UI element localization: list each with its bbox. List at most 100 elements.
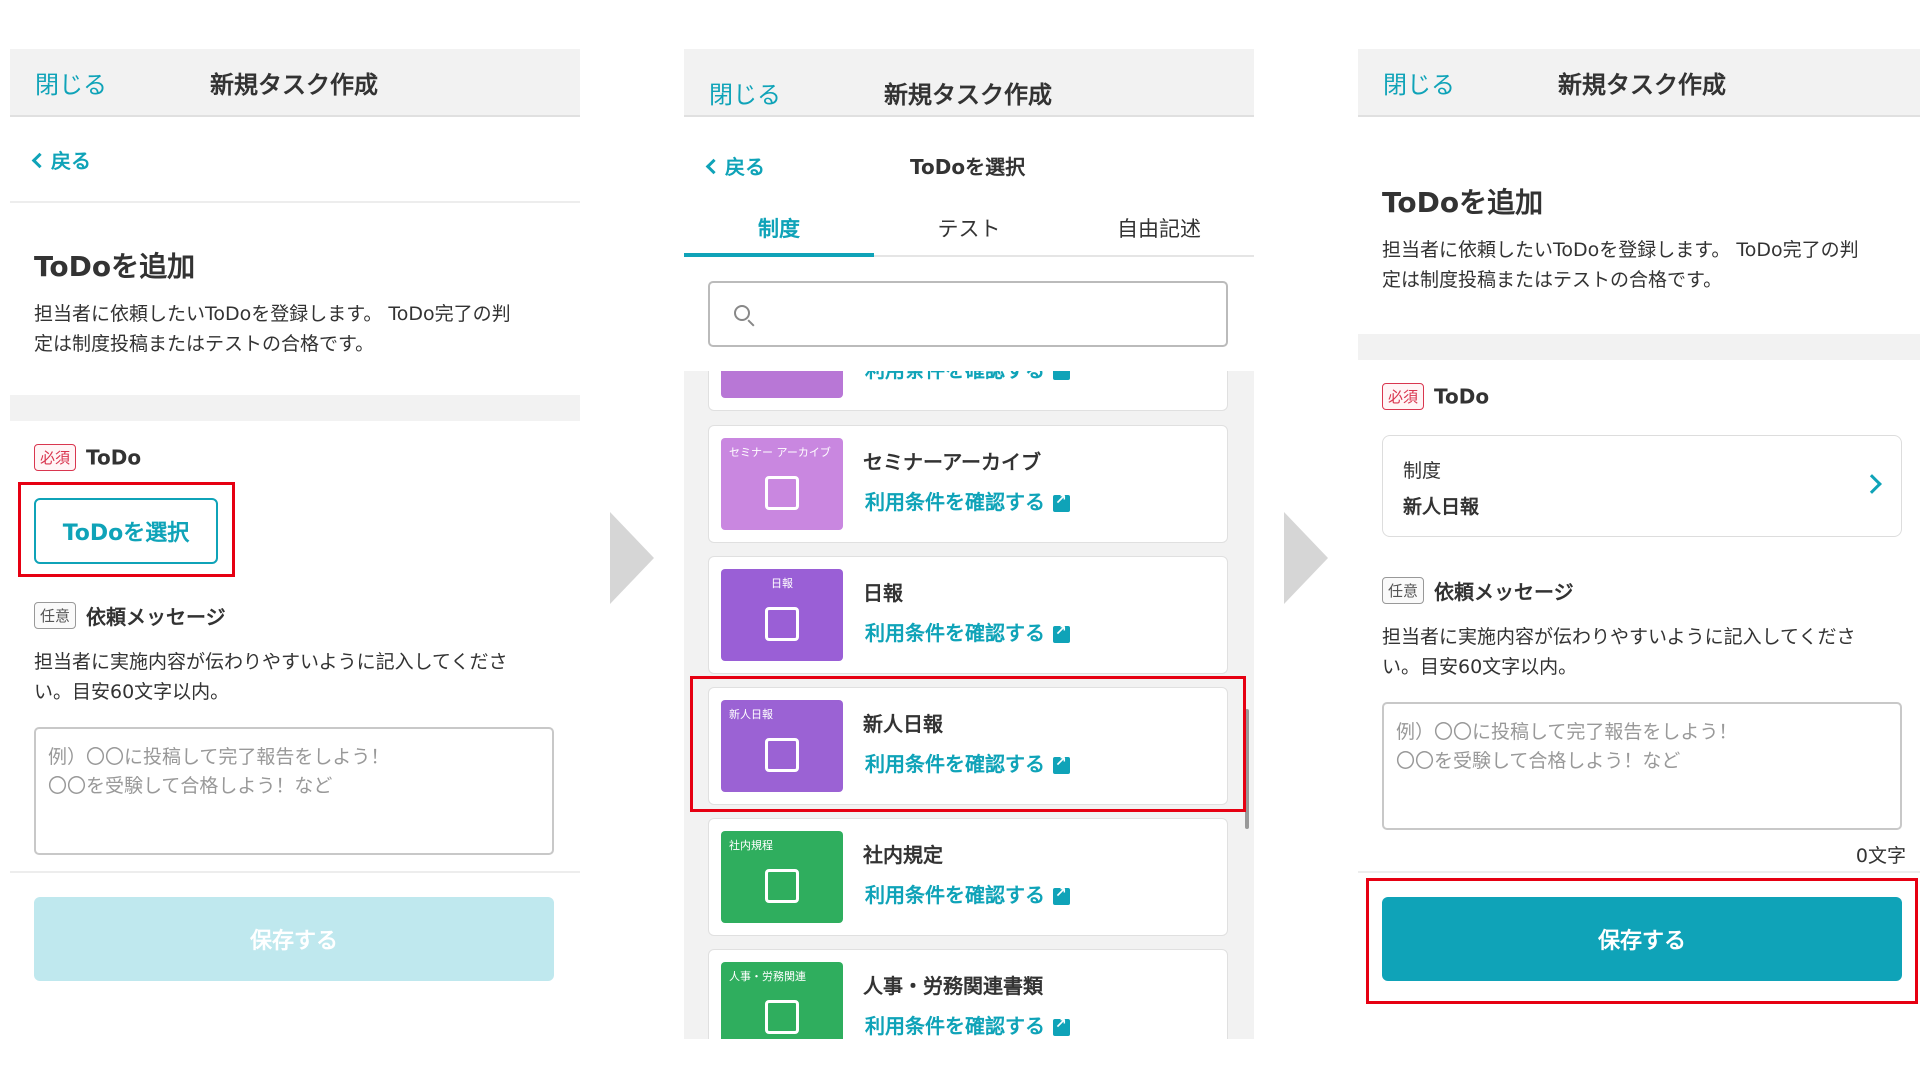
category-tabs: 制度 テスト 自由記述 [684,203,1254,257]
message-help: 担当者に実施内容が伝わりやすいように記入してくださ い。目安60文字以内。 [34,647,507,707]
description-line: 担当者に依頼したいToDoを登録します。 ToDo完了の判 [34,303,511,325]
section-description: 担当者に依頼したいToDoを登録します。 ToDo完了の判 定は制度投稿またはテ… [1382,235,1859,295]
back-button[interactable]: 戻る [705,151,765,180]
list-item[interactable]: 社内規程 社内規定 利用条件を確認する [708,818,1228,936]
highlight-frame [1366,878,1918,1004]
todo-field-label: 必須 ToDo [1382,383,1489,410]
back-row: 戻る [10,117,580,203]
terms-link[interactable]: 利用条件を確認する [865,371,1070,383]
help-line: 担当者に実施内容が伝わりやすいように記入してくださ [34,651,508,673]
placeholder-line: 〇〇を受験して合格しよう！など [1396,750,1681,772]
description-line: 担当者に依頼したいToDoを登録します。 ToDo完了の判 [1382,239,1859,261]
section-description: 担当者に依頼したいToDoを登録します。 ToDo完了の判 定は制度投稿またはテ… [34,299,511,359]
close-button[interactable]: 閉じる [709,75,781,110]
optional-badge: 任意 [1382,577,1425,604]
binders-icon [765,869,799,903]
item-thumbnail: セミナー アーカイブ [721,438,843,530]
tab-seido[interactable]: 制度 [684,213,874,243]
list-item[interactable]: 人事・労務関連 人事・労務関連書類 利用条件を確認する [708,949,1228,1039]
thumbnail-label: セミナー アーカイブ [729,446,831,459]
placeholder-line: 例）〇〇に投稿して完了報告をしよう！ [1396,721,1738,743]
terms-link-label: 利用条件を確認する [865,883,1045,907]
external-link-icon [1053,371,1070,380]
tab-test[interactable]: テスト [874,213,1064,243]
search-input[interactable] [708,281,1228,347]
close-button[interactable]: 閉じる [35,65,107,100]
thumbnail-label: 社内規程 [729,839,773,852]
close-button[interactable]: 閉じる [1383,65,1455,100]
message-textarea[interactable]: 例）〇〇に投稿して完了報告をしよう！ 〇〇を受験して合格しよう！など [1382,702,1902,830]
message-field-label: 任意 依頼メッセージ [34,601,226,630]
terms-link-label: 利用条件を確認する [865,490,1045,514]
help-line: い。目安60文字以内。 [34,681,230,703]
page-title: 新規タスク作成 [884,81,1052,109]
required-badge: 必須 [34,444,77,471]
highlight-frame [690,676,1246,812]
page-title: 新規タスク作成 [210,71,378,99]
highlight-frame [18,482,235,577]
selected-todo-card[interactable]: 制度 新人日報 [1382,435,1902,537]
item-thumbnail: 社内規程 [721,831,843,923]
thumbnail-label: 人事・労務関連 [729,970,806,983]
item-title: セミナーアーカイブ [863,450,1041,474]
footer-divider [10,871,580,873]
tab-free-text[interactable]: 自由記述 [1064,213,1254,243]
external-link-icon [1053,492,1070,512]
message-field-label: 任意 依頼メッセージ [1382,576,1574,605]
page-title: 新規タスク作成 [1558,71,1726,99]
terms-link[interactable]: 利用条件を確認する [865,879,1070,908]
placeholder-line: 例）〇〇に投稿して完了報告をしよう！ [48,746,390,768]
save-button[interactable]: 保存する [34,897,554,981]
list-item[interactable]: セミナー アーカイブ セミナーアーカイブ 利用条件を確認する [708,425,1228,543]
help-line: 担当者に実施内容が伝わりやすいように記入してくださ [1382,626,1856,648]
section-divider [1358,334,1920,360]
footer-divider [1358,871,1920,873]
terms-link[interactable]: 利用条件を確認する [865,617,1070,646]
chevron-left-icon [31,152,48,169]
message-textarea[interactable]: 例）〇〇に投稿して完了報告をしよう！ 〇〇を受験して合格しよう！など [34,727,554,855]
panel-step-2: 閉じる 新規タスク作成 戻る ToDoを選択 制度 テスト 自由記述 利用条件を… [684,49,1254,1039]
section-heading: ToDoを追加 [1382,186,1544,219]
terms-link[interactable]: 利用条件を確認する [865,1010,1070,1039]
placeholder-line: 〇〇を受験して合格しよう！など [48,775,333,797]
panel-step-1: 閉じる 新規タスク作成 戻る ToDoを追加 担当者に依頼したいToDoを登録し… [10,49,580,1039]
item-thumbnail [721,371,843,398]
terms-link-label: 利用条件を確認する [865,621,1045,645]
description-line: 定は制度投稿またはテストの合格です。 [1382,269,1723,291]
search-icon [734,305,750,321]
selected-category: 制度 [1403,460,1442,482]
item-thumbnail: 日報 [721,569,843,661]
back-label: 戻る [51,149,91,173]
sub-header: 戻る ToDoを選択 [684,119,1254,203]
external-link-icon [1053,885,1070,905]
terms-link-label: 利用条件を確認する [865,371,1045,382]
external-link-icon [1053,623,1070,643]
section-divider [10,395,580,421]
message-label: 依頼メッセージ [86,605,226,629]
optional-badge: 任意 [34,602,77,629]
section-heading: ToDoを追加 [34,250,196,283]
sub-header-title: ToDoを選択 [910,155,1026,179]
character-count: 0文字 [1855,845,1906,867]
external-link-icon [1053,1016,1070,1036]
clipboard-icon [765,607,799,641]
list-item[interactable]: 利用条件を確認する [708,371,1228,411]
todo-label: ToDo [86,445,142,470]
chevron-right-icon [1862,474,1882,494]
item-title: 社内規定 [863,843,943,867]
list-item[interactable]: 日報 日報 利用条件を確認する [708,556,1228,674]
thumbnail-label: 日報 [771,577,793,590]
terms-link-label: 利用条件を確認する [865,1014,1045,1038]
top-bar: 閉じる 新規タスク作成 [684,49,1254,117]
back-button[interactable]: 戻る [31,145,91,174]
item-title: 日報 [863,581,903,605]
top-bar: 閉じる 新規タスク作成 [1358,49,1920,117]
chevron-left-icon [705,158,722,175]
item-thumbnail: 人事・労務関連 [721,962,843,1039]
terms-link[interactable]: 利用条件を確認する [865,486,1070,515]
item-title: 人事・労務関連書類 [863,974,1043,998]
description-line: 定は制度投稿またはテストの合格です。 [34,333,375,355]
top-bar: 閉じる 新規タスク作成 [10,49,580,117]
todo-label: ToDo [1434,384,1490,409]
id-card-icon [765,1000,799,1034]
